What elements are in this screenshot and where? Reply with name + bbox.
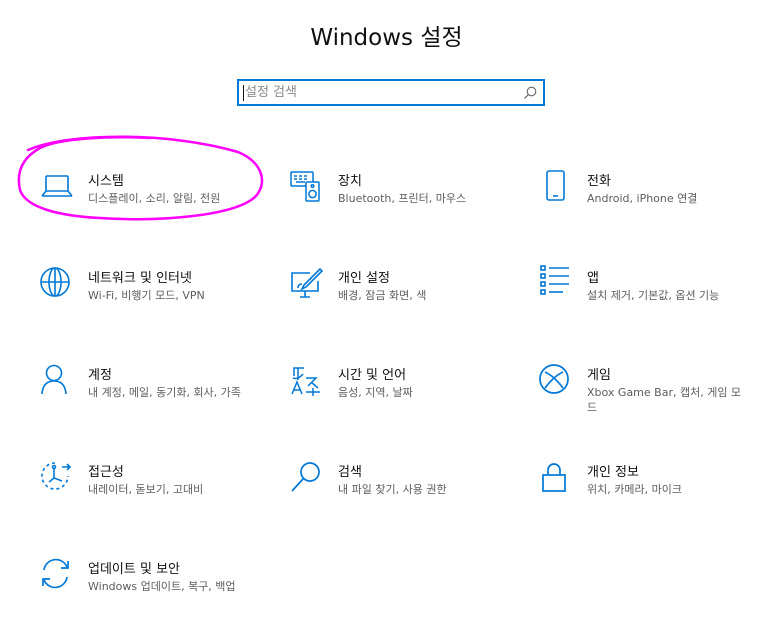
tile-label: 시스템: [88, 174, 124, 189]
tile-description: 음성, 지역, 날짜: [338, 386, 413, 399]
tile-description: 디스플레이, 소리, 알림, 전원: [88, 192, 221, 205]
tile-label: 전화: [587, 174, 611, 189]
paint-monitor-icon: [290, 267, 324, 301]
tile-label: 개인 정보: [587, 465, 639, 480]
tile-description: 내레이터, 돋보기, 고대비: [88, 483, 204, 496]
tile-ease-of-access[interactable]: 접근성 내레이터, 돋보기, 고대비: [40, 461, 255, 521]
tile-update-security[interactable]: 업데이트 및 보안 Windows 업데이트, 복구, 백업: [40, 558, 255, 618]
apps-list-icon: [539, 264, 573, 298]
tile-label: 업데이트 및 보안: [88, 562, 180, 577]
tile-description: Android, iPhone 연결: [587, 192, 698, 205]
globe-icon: [40, 267, 74, 301]
tile-description: 내 파일 찾기, 사용 권한: [338, 483, 447, 496]
tile-description: 위치, 카메라, 마이크: [587, 483, 682, 496]
tile-label: 네트워크 및 인터넷: [88, 271, 192, 286]
tile-description: Bluetooth, 프린터, 마우스: [338, 192, 467, 205]
lock-icon: [539, 461, 573, 495]
tile-label: 장치: [338, 174, 362, 189]
tile-description: 내 계정, 메일, 동기화, 회사, 가족: [88, 386, 241, 399]
tile-description: 설치 제거, 기본값, 옵션 기능: [587, 289, 720, 302]
tile-devices[interactable]: 장치 Bluetooth, 프린터, 마우스: [290, 170, 505, 230]
tile-description: Windows 업데이트, 복구, 백업: [88, 580, 236, 593]
tile-label: 게임: [587, 368, 611, 383]
tile-label: 앱: [587, 271, 599, 286]
tile-label: 계정: [88, 368, 112, 383]
time-language-icon: [290, 364, 324, 398]
search-box[interactable]: [237, 79, 545, 106]
laptop-icon: [40, 170, 74, 204]
tile-gaming[interactable]: 게임 Xbox Game Bar, 캡처, 게임 모드: [539, 364, 754, 424]
text-caret: [243, 85, 244, 101]
tile-privacy[interactable]: 개인 정보 위치, 카메라, 마이크: [539, 461, 754, 521]
tile-time-language[interactable]: 시간 및 언어 음성, 지역, 날짜: [290, 364, 505, 424]
tile-description: Xbox Game Bar, 캡처, 게임 모드: [587, 386, 742, 414]
tile-phone[interactable]: 전화 Android, iPhone 연결: [539, 170, 754, 230]
tile-description: Wi-Fi, 비행기 모드, VPN: [88, 289, 205, 302]
tile-personalization[interactable]: 개인 설정 배경, 잠금 화면, 색: [290, 267, 505, 327]
person-icon: [40, 364, 74, 398]
keyboard-speaker-icon: [290, 170, 324, 204]
tile-description: 배경, 잠금 화면, 색: [338, 289, 427, 302]
tile-label: 접근성: [88, 465, 124, 480]
tile-apps[interactable]: 앱 설치 제거, 기본값, 옵션 기능: [539, 264, 754, 324]
sync-icon: [40, 558, 74, 592]
tile-search[interactable]: 검색 내 파일 찾기, 사용 권한: [290, 461, 505, 521]
phone-icon: [539, 170, 573, 204]
tile-label: 개인 설정: [338, 271, 390, 286]
tile-system[interactable]: 시스템 디스플레이, 소리, 알림, 전원: [40, 170, 255, 230]
tile-label: 검색: [338, 465, 362, 480]
search-input[interactable]: [239, 81, 515, 104]
xbox-icon: [539, 364, 573, 398]
ease-of-access-icon: [40, 461, 74, 495]
tile-accounts[interactable]: 계정 내 계정, 메일, 동기화, 회사, 가족: [40, 364, 255, 424]
tile-label: 시간 및 언어: [338, 368, 407, 383]
page-title: Windows 설정: [310, 25, 463, 51]
tile-network[interactable]: 네트워크 및 인터넷 Wi-Fi, 비행기 모드, VPN: [40, 267, 255, 327]
search-icon[interactable]: [522, 85, 538, 101]
search-icon: [290, 461, 324, 495]
